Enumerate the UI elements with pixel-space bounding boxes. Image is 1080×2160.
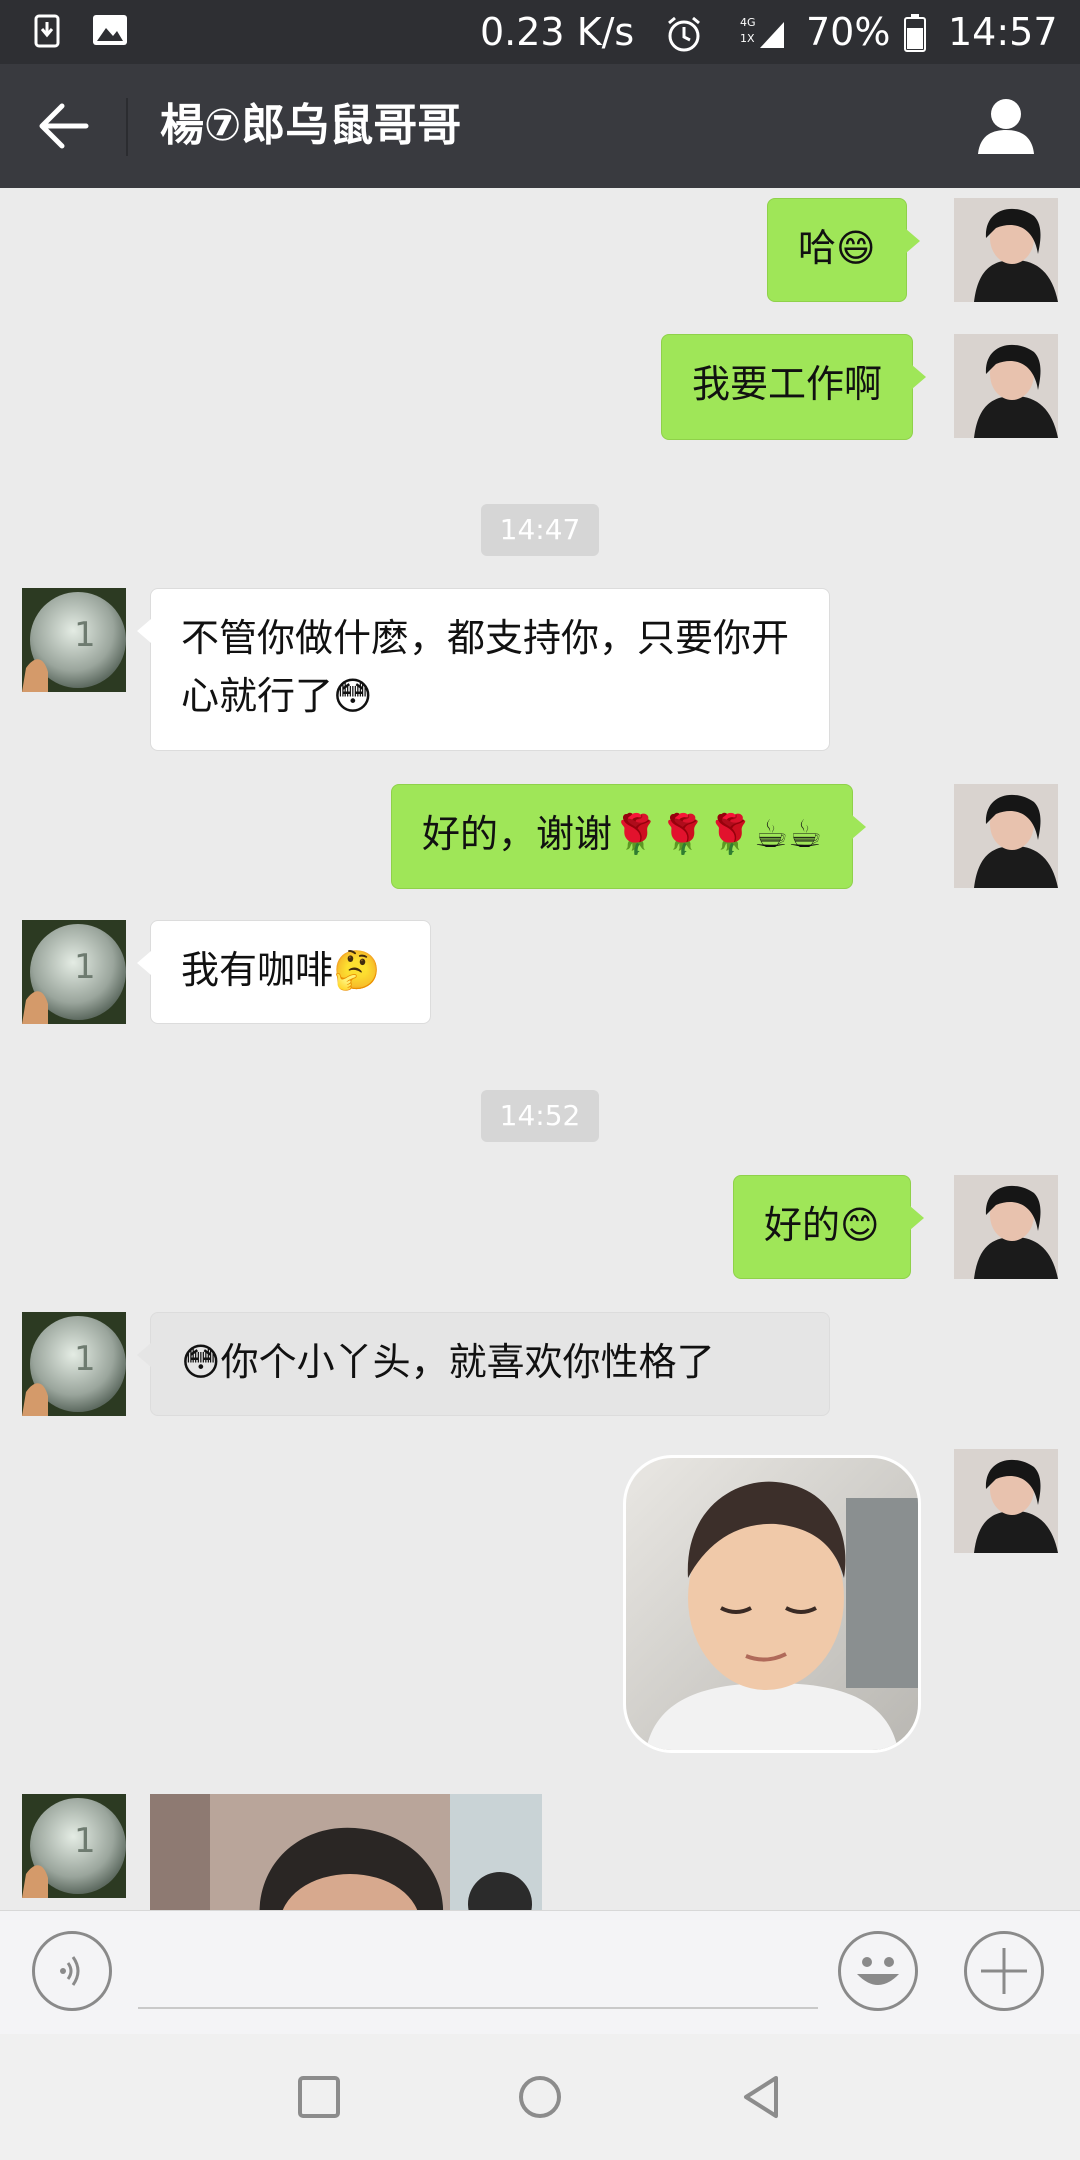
status-bar: 0.23 K/s 4G 1X 70% 14:57	[0, 0, 1080, 64]
contact-avatar[interactable]: 1	[22, 1794, 126, 1898]
battery-icon	[904, 14, 926, 52]
my-avatar[interactable]	[954, 334, 1058, 438]
my-avatar[interactable]	[954, 784, 1058, 888]
svg-text:1: 1	[74, 615, 96, 655]
net-speed: 0.23 K/s	[480, 10, 635, 54]
message-list[interactable]: 哈😄 我要工作啊 14:47 1 不管你做什麽，都支持你，只要你开心就行了😳 好…	[0, 188, 1080, 1910]
network-type: 4G	[740, 16, 756, 29]
message-bubble-incoming[interactable]: 我有咖啡🤔	[137, 920, 431, 1024]
message-bubble-incoming[interactable]: 😳你个小丫头，就喜欢你性格了	[137, 1312, 830, 1416]
sticker-message[interactable]	[626, 1458, 918, 1750]
message-text: 好的，谢谢🌹🌹🌹☕☕	[422, 812, 823, 856]
svg-text:1: 1	[74, 1339, 96, 1379]
message-bubble-outgoing[interactable]: 我要工作啊	[661, 334, 927, 440]
my-avatar[interactable]	[954, 1449, 1058, 1553]
contact-avatar[interactable]: 1	[22, 920, 126, 1024]
image-icon	[93, 15, 127, 45]
svg-text:1X: 1X	[740, 32, 755, 45]
message-bubble-incoming[interactable]: 不管你做什麽，都支持你，只要你开心就行了😳	[137, 588, 830, 751]
photo-image	[150, 1794, 542, 1910]
timestamp: 14:52	[481, 1090, 599, 1142]
message-text: 哈😄	[798, 226, 876, 270]
chat-header: 楊⑦郎乌鼠哥哥	[0, 64, 1080, 188]
svg-text:1: 1	[74, 947, 96, 987]
message-bubble-outgoing[interactable]: 好的，谢谢🌹🌹🌹☕☕	[391, 784, 867, 889]
battery-percent: 70%	[806, 10, 891, 54]
voice-icon[interactable]	[32, 1931, 112, 2011]
download-icon	[34, 14, 60, 48]
emoji-icon[interactable]	[838, 1931, 918, 2011]
plus-icon[interactable]	[964, 1931, 1044, 2011]
baby-sticker-image	[626, 1458, 918, 1750]
message-text: 我有咖啡🤔	[181, 948, 381, 992]
svg-text:1: 1	[74, 1821, 96, 1861]
signal-icon: 4G 1X	[740, 16, 784, 48]
my-avatar[interactable]	[954, 1175, 1058, 1279]
alarm-icon	[668, 16, 700, 52]
header-divider	[126, 98, 128, 156]
system-nav-bar	[0, 2034, 1080, 2160]
contact-avatar[interactable]: 1	[22, 1312, 126, 1416]
input-underline	[138, 2007, 818, 2009]
my-avatar[interactable]	[954, 198, 1058, 302]
chat-title: 楊⑦郎乌鼠哥哥	[160, 100, 462, 151]
message-text: 好的😊	[764, 1203, 880, 1247]
clock: 14:57	[948, 10, 1058, 54]
recents-icon[interactable]	[294, 2072, 344, 2122]
message-text: 😳你个小丫头，就喜欢你性格了	[181, 1340, 715, 1384]
message-bubble-outgoing[interactable]: 哈😄	[767, 198, 920, 302]
message-bubble-outgoing[interactable]: 好的😊	[733, 1175, 924, 1279]
input-bar	[0, 1910, 1080, 2035]
person-icon[interactable]	[976, 96, 1036, 156]
back-triangle-icon[interactable]	[736, 2072, 786, 2122]
photo-message[interactable]	[150, 1794, 542, 1910]
timestamp: 14:47	[481, 504, 599, 556]
home-icon[interactable]	[515, 2072, 565, 2122]
message-text: 不管你做什麽，都支持你，只要你开心就行了😳	[181, 616, 790, 718]
contact-avatar[interactable]: 1	[22, 588, 126, 692]
arrow-left-icon[interactable]	[36, 100, 92, 152]
message-text: 我要工作啊	[692, 362, 883, 406]
message-input[interactable]	[138, 1941, 822, 2005]
